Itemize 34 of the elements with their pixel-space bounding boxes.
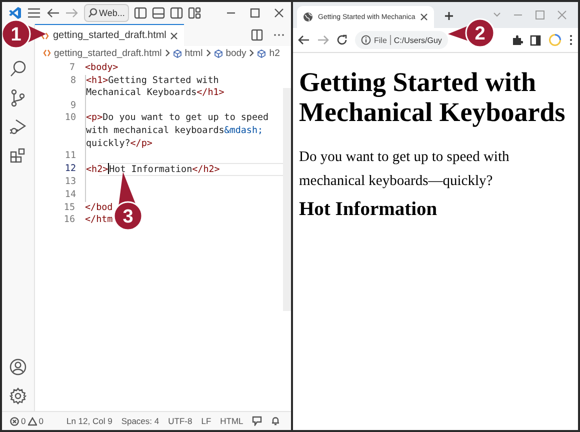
line-number: 8 [69,74,77,88]
page-paragraph: Do you want to get up to speed with mechanical keyboards—quickly? [299,148,510,191]
line-number: 14 [64,188,77,202]
line-number: 10 [64,112,77,126]
line-number: 13 [64,176,77,189]
page-subheading: Hot Information [299,199,438,221]
status-item[interactable]: UTF-8 [168,416,192,426]
address-bar[interactable]: File C:/Users/Guy [355,31,448,49]
code-line: <body> [85,62,118,75]
line-number: 11 [64,150,77,163]
search-field[interactable]: Web... [84,4,129,22]
line-number: 7 [68,62,76,75]
page-heading: Getting Started with Mechanical Keyboards [299,67,566,127]
code-line: Mechanical Keyboards</h1> [86,87,224,100]
code-line: quickly?</p> [86,138,154,150]
status-item[interactable]: LF [201,416,212,426]
breadcrumb-item[interactable]: body [226,48,246,58]
status-item[interactable]: Spaces: 4 [121,416,160,426]
breadcrumb-item[interactable]: html [184,48,203,58]
breadcrumb-item[interactable]: getting_started_draft.html [54,48,162,58]
code-line: </htm [85,214,113,227]
code-line: </bod [85,202,113,214]
line-number: 15 [62,202,76,214]
line-number: 9 [69,100,77,112]
status-item[interactable]: HTML [220,416,244,426]
editor-tab[interactable]: getting_started_draft.html [35,24,184,46]
status-item[interactable]: Ln 12, Col 9 [66,416,112,426]
line-number: 16 [62,214,76,227]
breadcrumb-item[interactable]: h2 [269,48,280,58]
code-line: <p>Do you want to get up to speed [86,112,269,125]
code-line: <h1>Getting Started with [86,74,220,88]
problems-status[interactable]: 0 0 [10,416,44,426]
line-number: 12 [64,162,77,176]
code-line: with mechanical keyboards&mdash; [86,124,264,138]
